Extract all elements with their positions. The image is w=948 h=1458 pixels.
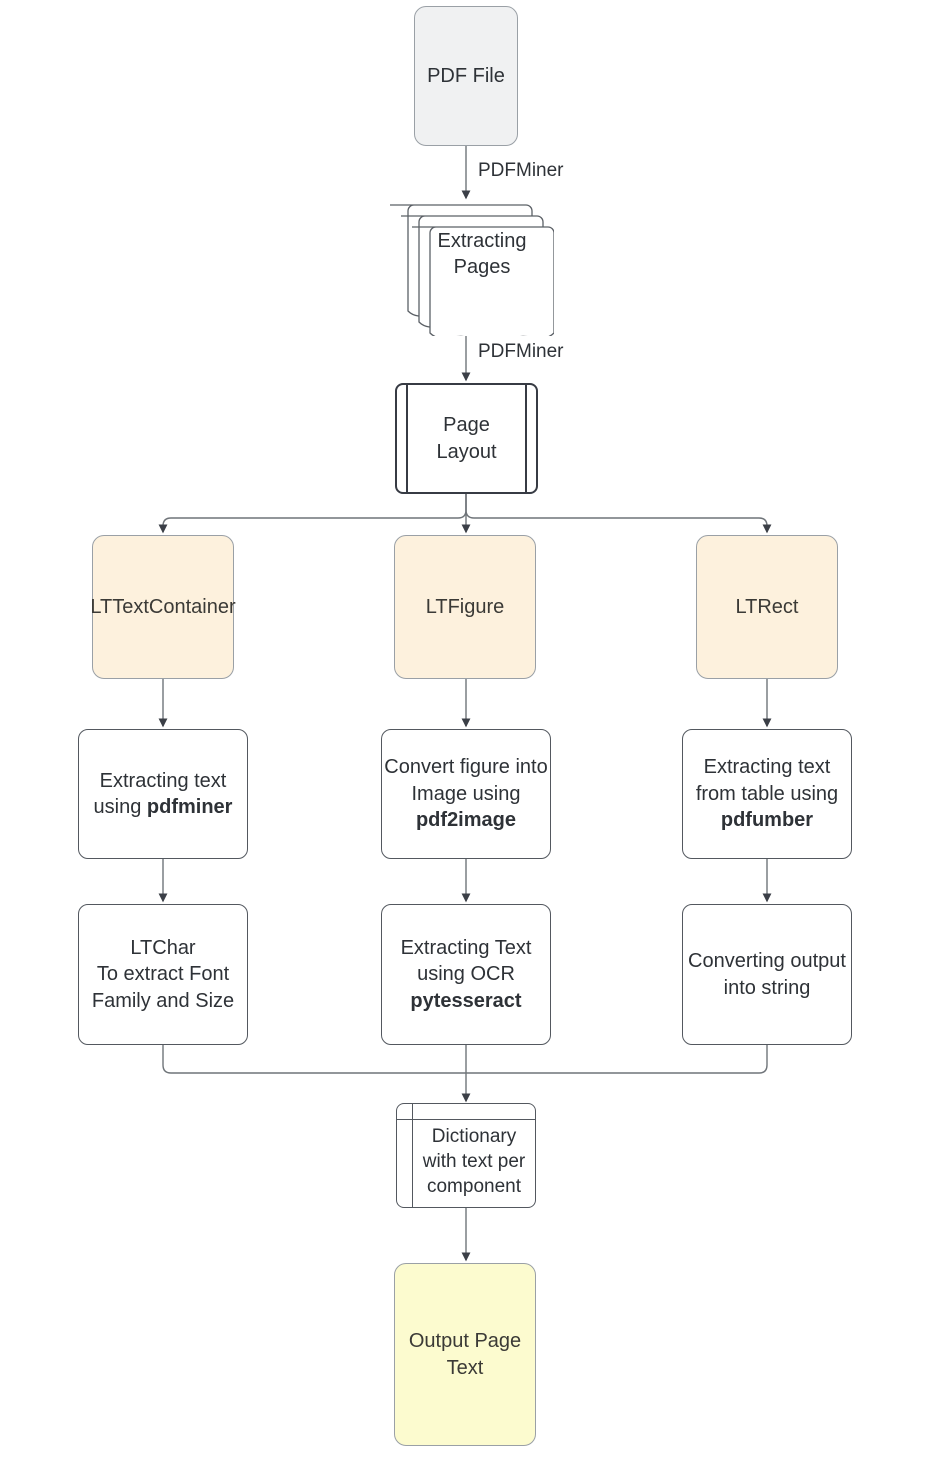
node-extract-table-pdfumber-label: Extracting text from table using pdfumber: [696, 754, 838, 833]
edge-converting-merge: [466, 1045, 768, 1074]
text-line-2: using: [93, 796, 147, 818]
node-dictionary-label: Dictionary with text per component: [422, 1125, 526, 1198]
node-extracting-pages[interactable]: Extracting Pages: [382, 196, 554, 336]
library-name-pdfminer: pdfminer: [146, 796, 233, 818]
node-page-layout[interactable]: Page Layout: [395, 383, 538, 494]
text-line-2: Image using: [411, 782, 521, 805]
node-pdf-file[interactable]: PDF File: [414, 6, 518, 146]
text-line-1: Convert figure into: [384, 756, 548, 779]
node-ltrect-label: LTRect: [735, 595, 799, 618]
library-name-pytesseract: pytesseract: [410, 989, 522, 1012]
edge-layout-to-ltrect: [465, 494, 772, 534]
node-output-page-text-label: Output Page Text: [408, 1330, 522, 1379]
node-lttextcontainer-label: LTTextContainer: [90, 595, 236, 618]
text-line-2: from table using: [695, 782, 839, 805]
node-extract-text-pdfminer-label: Extracting text using pdfminer: [94, 768, 233, 821]
node-ltfigure[interactable]: LTFigure: [394, 535, 536, 679]
node-converting-output[interactable]: Converting output into string: [682, 904, 852, 1045]
node-page-layout-label: Page Layout: [436, 414, 497, 463]
node-convert-figure-label: Convert figure into Image using pdf2image: [384, 754, 547, 833]
node-ltrect[interactable]: LTRect: [696, 535, 838, 679]
edge-label-pdfminer-top: PDFMiner: [478, 160, 564, 181]
text-line-1: Extracting Text: [400, 936, 532, 959]
node-extract-text-pdfminer[interactable]: Extracting text using pdfminer: [78, 729, 248, 859]
library-name-pdf2image: pdf2image: [415, 809, 516, 832]
edge-layout-to-lttextcontainer: [158, 494, 467, 534]
node-dictionary[interactable]: Dictionary with text per component: [396, 1103, 536, 1208]
node-ltchar[interactable]: LTChar To extract Font Family and Size: [78, 904, 248, 1045]
node-pdf-file-label: PDF File: [427, 64, 505, 87]
text-line-2: using OCR: [417, 963, 515, 986]
node-extracting-pages-label: Extracting Pages: [437, 229, 527, 278]
node-ocr-pytesseract-label: Extracting Text using OCR pytesseract: [401, 935, 532, 1014]
node-output-page-text[interactable]: Output Page Text: [394, 1263, 536, 1446]
node-ltchar-label: LTChar To extract Font Family and Size: [91, 936, 235, 1012]
node-converting-output-label: Converting output into string: [688, 950, 846, 999]
text-line-1: Extracting text: [99, 769, 227, 792]
node-ltfigure-label: LTFigure: [425, 595, 505, 618]
node-ocr-pytesseract[interactable]: Extracting Text using OCR pytesseract: [381, 904, 551, 1045]
flowchart-canvas: PDFMiner PDFMiner PDF File Extracting Pa…: [0, 0, 948, 1458]
node-convert-figure[interactable]: Convert figure into Image using pdf2image: [381, 729, 551, 859]
edge-ltchar-merge: [162, 1045, 466, 1074]
edge-label-pdfminer-second: PDFMiner: [478, 341, 564, 362]
library-name-pdfumber: pdfumber: [720, 809, 814, 832]
text-line-1: Extracting text: [703, 756, 831, 779]
node-extract-table-pdfumber[interactable]: Extracting text from table using pdfumber: [682, 729, 852, 859]
node-lttextcontainer[interactable]: LTTextContainer: [90, 535, 236, 679]
